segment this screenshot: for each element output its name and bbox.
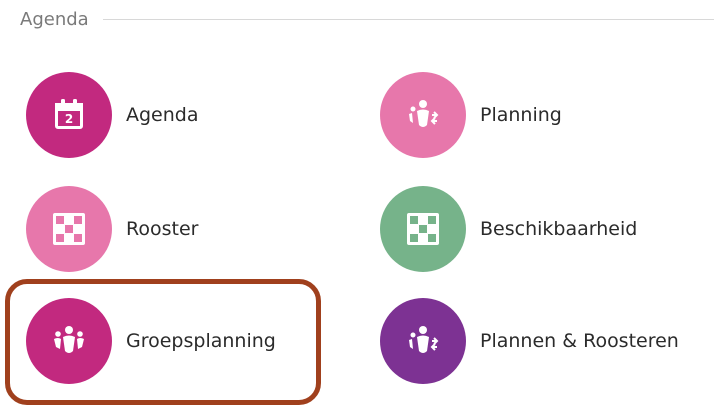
- calendar-day: 2: [65, 112, 73, 126]
- people-planning-icon: [409, 326, 439, 353]
- tile-plannen-roosteren-circle: [380, 298, 466, 384]
- tile-beschikbaarheid-circle: [380, 186, 466, 272]
- tile-plannen-roosteren[interactable]: Plannen & Roosteren: [380, 296, 700, 386]
- tile-groepsplanning-label: Groepsplanning: [126, 330, 276, 352]
- grid-schedule-icon: [53, 213, 85, 245]
- tile-beschikbaarheid[interactable]: Beschikbaarheid: [380, 184, 700, 274]
- tile-rooster-label: Rooster: [126, 218, 199, 240]
- section-header: Agenda: [20, 6, 716, 32]
- tile-agenda-label: Agenda: [126, 104, 199, 126]
- section-divider: [102, 18, 714, 20]
- group-icon: [54, 326, 84, 353]
- tile-agenda-circle: 2: [26, 72, 112, 158]
- tile-groepsplanning-circle: [26, 298, 112, 384]
- people-planning-icon: [409, 100, 439, 127]
- calendar-icon: 2: [55, 99, 83, 129]
- tile-beschikbaarheid-label: Beschikbaarheid: [480, 218, 638, 240]
- grid-schedule-icon: [407, 213, 439, 245]
- tile-rooster[interactable]: Rooster: [26, 184, 346, 274]
- tile-rooster-circle: [26, 186, 112, 272]
- tile-agenda[interactable]: 2 Agenda: [26, 70, 346, 160]
- tile-planning[interactable]: Planning: [380, 70, 700, 160]
- tile-planning-circle: [380, 72, 466, 158]
- tile-planning-label: Planning: [480, 104, 562, 126]
- section-title: Agenda: [20, 8, 89, 30]
- tile-plannen-roosteren-label: Plannen & Roosteren: [480, 330, 679, 352]
- tile-groepsplanning[interactable]: Groepsplanning: [26, 296, 346, 386]
